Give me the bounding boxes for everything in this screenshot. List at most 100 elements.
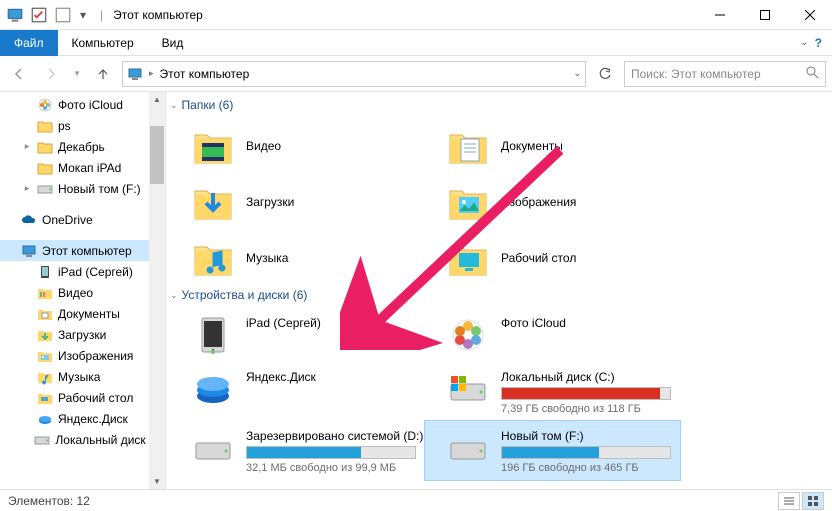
tree-item-label: ps — [58, 119, 71, 133]
storage-bar — [501, 387, 671, 400]
ribbon-expand-icon[interactable]: ⌄ — [800, 37, 808, 48]
qat-customize-icon[interactable]: ▾ — [78, 6, 88, 24]
view-icons-button[interactable] — [802, 492, 824, 510]
sidebar-scrollbar[interactable]: ▲ ▼ — [149, 92, 165, 489]
refresh-button[interactable] — [592, 61, 618, 87]
title-separator: | — [100, 8, 103, 22]
nav-back-button[interactable] — [6, 61, 32, 87]
tree-item[interactable]: Музыка — [0, 366, 165, 387]
pc-icon — [127, 66, 143, 82]
titlebar: ▾ | Этот компьютер — [0, 0, 832, 30]
device-item[interactable]: Зарезервировано системой (D:)32,1 МБ сво… — [170, 421, 425, 480]
tree-item-label: Документы — [58, 307, 120, 321]
tree-item[interactable]: Этот компьютер — [0, 240, 165, 261]
search-placeholder: Поиск: Этот компьютер — [631, 67, 761, 81]
tree-item[interactable]: Яндекс.Диск — [0, 408, 165, 429]
qat-dropdown-icon[interactable] — [54, 6, 72, 24]
folder-item[interactable]: Документы — [425, 118, 680, 174]
device-item[interactable]: Новый том (F:)196 ГБ свободно из 465 ГБ — [425, 421, 680, 480]
nav-forward-button[interactable] — [38, 61, 64, 87]
tree-item-label: Этот компьютер — [42, 244, 132, 258]
expand-icon[interactable]: ▸ — [22, 141, 32, 152]
folder-label: Загрузки — [246, 195, 294, 209]
expand-icon[interactable]: ▸ — [22, 183, 32, 194]
tree-item[interactable]: Мокап iPAd — [0, 157, 165, 178]
storage-bar — [501, 446, 671, 459]
chevron-down-icon: ⌄ — [170, 290, 178, 301]
device-item[interactable]: Локальный диск (C:)7,39 ГБ свободно из 1… — [425, 362, 680, 421]
device-item[interactable]: Фото iCloud — [425, 308, 680, 362]
nav-recent-button[interactable]: ▾ — [70, 61, 84, 87]
group-devices-header[interactable]: ⌄ Устройства и диски (6) — [170, 288, 832, 302]
folder-item[interactable]: Рабочий стол — [425, 230, 680, 286]
navigation-tree: Фото iCloud ps ▸ Декабрь Мокап iPAd▸Новый то… — [0, 92, 166, 489]
device-label: Яндекс.Диск — [246, 370, 316, 384]
tree-item[interactable]: OneDrive — [0, 209, 165, 230]
maximize-button[interactable] — [742, 0, 787, 30]
folder-icon — [37, 118, 53, 134]
scroll-up-icon[interactable]: ▲ — [153, 95, 161, 104]
music-icon — [37, 369, 53, 385]
group-folders-header[interactable]: ⌄ Папки (6) — [170, 98, 832, 112]
yadisk-icon — [37, 411, 53, 427]
folder-icon — [37, 139, 53, 155]
tree-item-label: Загрузки — [58, 328, 106, 342]
folder-icon — [447, 125, 489, 167]
tree-item[interactable]: Документы — [0, 303, 165, 324]
tree-item[interactable]: Изображения — [0, 345, 165, 366]
yadisk-big-icon — [192, 368, 234, 410]
tree-item-label: Видео — [58, 286, 93, 300]
window-title: Этот компьютер — [113, 8, 203, 22]
ribbon-tab-file[interactable]: Файл — [0, 30, 58, 56]
tree-item-label: Рабочий стол — [58, 391, 133, 405]
address-dropdown-icon[interactable]: ⌄ — [573, 68, 581, 79]
tree-item[interactable]: Фото iCloud — [0, 94, 165, 115]
ribbon-tab-view[interactable]: Вид — [148, 30, 198, 56]
close-button[interactable] — [787, 0, 832, 30]
tree-item-label: Музыка — [58, 370, 100, 384]
group-folders-title: Папки (6) — [182, 98, 234, 112]
tree-item-label: Яндекс.Диск — [58, 412, 128, 426]
folder-item[interactable]: Изображения — [425, 174, 680, 230]
status-bar: Элементов: 12 — [0, 489, 832, 511]
tree-item-label: Декабрь — [58, 140, 105, 154]
group-devices-title: Устройства и диски (6) — [182, 288, 308, 302]
tree-item[interactable]: ▸Новый том (F:) — [0, 178, 165, 199]
device-item[interactable]: Яндекс.Диск — [170, 362, 425, 421]
folder-label: Видео — [246, 139, 281, 153]
video-icon — [37, 285, 53, 301]
tree-item[interactable]: iPad (Сергей) — [0, 261, 165, 282]
folder-item[interactable]: Музыка — [170, 230, 425, 286]
tree-item[interactable]: Видео — [0, 282, 165, 303]
tree-item-label: iPad (Сергей) — [58, 265, 133, 279]
tree-item[interactable]: ▸ Декабрь — [0, 136, 165, 157]
nav-up-button[interactable] — [90, 61, 116, 87]
breadcrumb-root[interactable]: Этот компьютер — [160, 67, 250, 81]
tree-item[interactable]: ps — [0, 115, 165, 136]
address-input[interactable]: ▸ Этот компьютер ⌄ — [122, 61, 586, 87]
search-input[interactable]: Поиск: Этот компьютер — [624, 61, 826, 87]
view-details-button[interactable] — [778, 492, 800, 510]
content-pane: ⌄ Папки (6) Видео Документы Загрузки Изобра… — [166, 92, 832, 489]
folder-label: Документы — [501, 139, 563, 153]
qat-properties-icon[interactable] — [30, 6, 48, 24]
scrollbar-thumb[interactable] — [150, 126, 164, 184]
address-bar: ▾ ▸ Этот компьютер ⌄ Поиск: Этот компьют… — [0, 56, 832, 92]
folder-item[interactable]: Видео — [170, 118, 425, 174]
tree-item[interactable]: Локальный диск (… — [0, 429, 165, 450]
tree-item[interactable]: Рабочий стол — [0, 387, 165, 408]
photos-icon — [37, 97, 53, 113]
folder-item[interactable]: Загрузки — [170, 174, 425, 230]
scroll-down-icon[interactable]: ▼ — [153, 477, 161, 486]
tree-item-label: Фото iCloud — [58, 98, 123, 112]
docs-icon — [37, 306, 53, 322]
folder-icon — [447, 237, 489, 279]
tree-item[interactable]: Загрузки — [0, 324, 165, 345]
minimize-button[interactable] — [697, 0, 742, 30]
help-icon[interactable]: ? — [815, 36, 822, 50]
chevron-right-icon[interactable]: ▸ — [149, 68, 154, 79]
desktop-icon — [37, 390, 53, 406]
device-label: Фото iCloud — [501, 316, 566, 330]
device-item[interactable]: iPad (Сергей) — [170, 308, 425, 362]
ribbon-tab-computer[interactable]: Компьютер — [58, 30, 148, 56]
